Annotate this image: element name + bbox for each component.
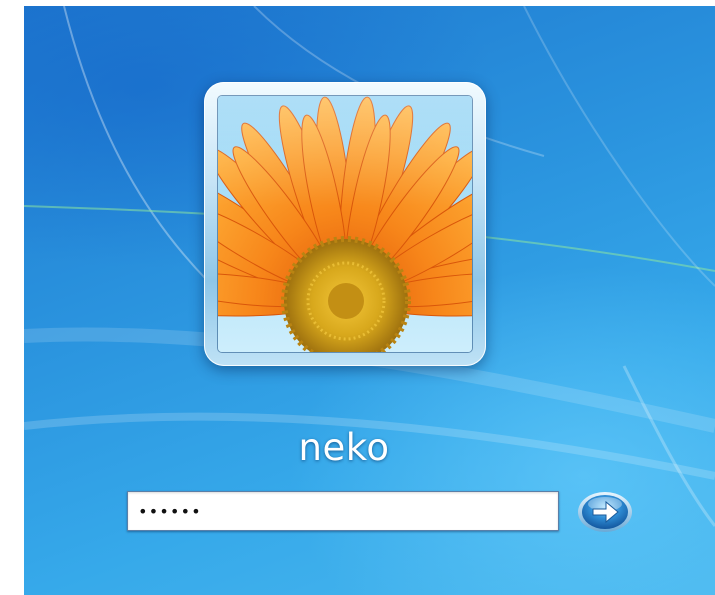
submit-button[interactable] — [576, 491, 634, 533]
user-avatar-frame — [204, 82, 486, 366]
username-label: neko — [298, 426, 390, 469]
user-avatar-picture — [218, 96, 472, 352]
login-screen: neko •••••• — [24, 6, 715, 595]
orange-daisy-icon — [218, 96, 472, 352]
arrow-right-icon — [578, 492, 632, 532]
password-masked-value: •••••• — [138, 501, 202, 521]
password-input[interactable]: •••••• — [127, 491, 559, 531]
